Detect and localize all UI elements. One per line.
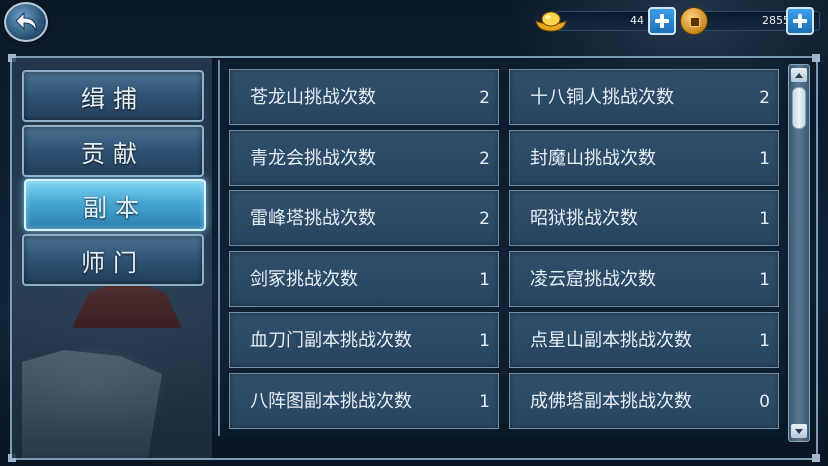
scroll-up-button[interactable] bbox=[791, 68, 807, 82]
challenge-count: 2 bbox=[479, 209, 490, 229]
cliff-rock bbox=[22, 350, 162, 458]
list-item: 凌云窟挑战次数 1 bbox=[509, 251, 779, 307]
challenge-count: 1 bbox=[759, 149, 770, 169]
back-button[interactable] bbox=[4, 2, 48, 42]
add-gold-button[interactable] bbox=[648, 7, 676, 35]
challenge-count: 2 bbox=[479, 149, 490, 169]
challenge-name: 血刀门副本挑战次数 bbox=[250, 330, 412, 351]
challenge-name: 点星山副本挑战次数 bbox=[530, 330, 692, 351]
challenge-count: 1 bbox=[479, 270, 490, 290]
back-arrow-icon bbox=[15, 11, 37, 32]
challenge-name: 八阵图副本挑战次数 bbox=[250, 391, 412, 412]
list-item: 血刀门副本挑战次数 1 bbox=[229, 312, 499, 368]
challenge-name: 苍龙山挑战次数 bbox=[250, 87, 376, 108]
tab-label: 副本 bbox=[83, 193, 147, 222]
tab-sect[interactable]: 师门 bbox=[22, 234, 204, 286]
add-coin-button[interactable] bbox=[786, 7, 814, 35]
challenge-name: 昭狱挑战次数 bbox=[530, 208, 638, 229]
scroll-down-button[interactable] bbox=[791, 424, 807, 438]
challenge-count: 1 bbox=[479, 392, 490, 412]
tab-label: 缉捕 bbox=[81, 84, 145, 113]
challenge-count: 2 bbox=[759, 88, 770, 108]
challenge-count: 0 bbox=[759, 392, 770, 412]
list-item: 封魔山挑战次数 1 bbox=[509, 130, 779, 186]
tab-label: 贡献 bbox=[81, 139, 145, 168]
panel-corner bbox=[812, 54, 820, 62]
challenge-count: 2 bbox=[479, 88, 490, 108]
challenge-name: 凌云窟挑战次数 bbox=[530, 269, 656, 290]
list-item: 八阵图副本挑战次数 1 bbox=[229, 373, 499, 429]
tab-contribution[interactable]: 贡献 bbox=[22, 125, 204, 177]
gold-resource: 44 bbox=[534, 7, 676, 35]
coin-resource: 2855 bbox=[680, 7, 822, 35]
challenge-name: 十八铜人挑战次数 bbox=[530, 87, 674, 108]
list-item: 苍龙山挑战次数 2 bbox=[229, 69, 499, 125]
list-item: 成佛塔副本挑战次数 0 bbox=[509, 373, 779, 429]
list-item: 剑冢挑战次数 1 bbox=[229, 251, 499, 307]
challenge-count: 1 bbox=[759, 209, 770, 229]
challenge-count: 1 bbox=[759, 270, 770, 290]
list-item: 青龙会挑战次数 2 bbox=[229, 130, 499, 186]
scroll-thumb[interactable] bbox=[792, 87, 806, 129]
list-item: 雷峰塔挑战次数 2 bbox=[229, 190, 499, 246]
challenge-name: 雷峰塔挑战次数 bbox=[250, 208, 376, 229]
tab-label: 师门 bbox=[81, 248, 145, 277]
challenge-count: 1 bbox=[479, 331, 490, 351]
list-item: 十八铜人挑战次数 2 bbox=[509, 69, 779, 125]
tab-arrest[interactable]: 缉捕 bbox=[22, 70, 204, 122]
challenge-name: 成佛塔副本挑战次数 bbox=[530, 391, 692, 412]
gold-value: 44 bbox=[630, 14, 644, 27]
challenge-name: 剑冢挑战次数 bbox=[250, 269, 358, 290]
list-item: 点星山副本挑战次数 1 bbox=[509, 312, 779, 368]
list-scrollbar[interactable] bbox=[788, 64, 810, 442]
challenge-name: 青龙会挑战次数 bbox=[250, 148, 376, 169]
tab-dungeon[interactable]: 副本 bbox=[24, 179, 206, 231]
list-item: 昭狱挑战次数 1 bbox=[509, 190, 779, 246]
challenge-count: 1 bbox=[759, 331, 770, 351]
coin-value: 2855 bbox=[762, 14, 790, 27]
panel-corner bbox=[812, 454, 820, 462]
challenge-name: 封魔山挑战次数 bbox=[530, 148, 656, 169]
